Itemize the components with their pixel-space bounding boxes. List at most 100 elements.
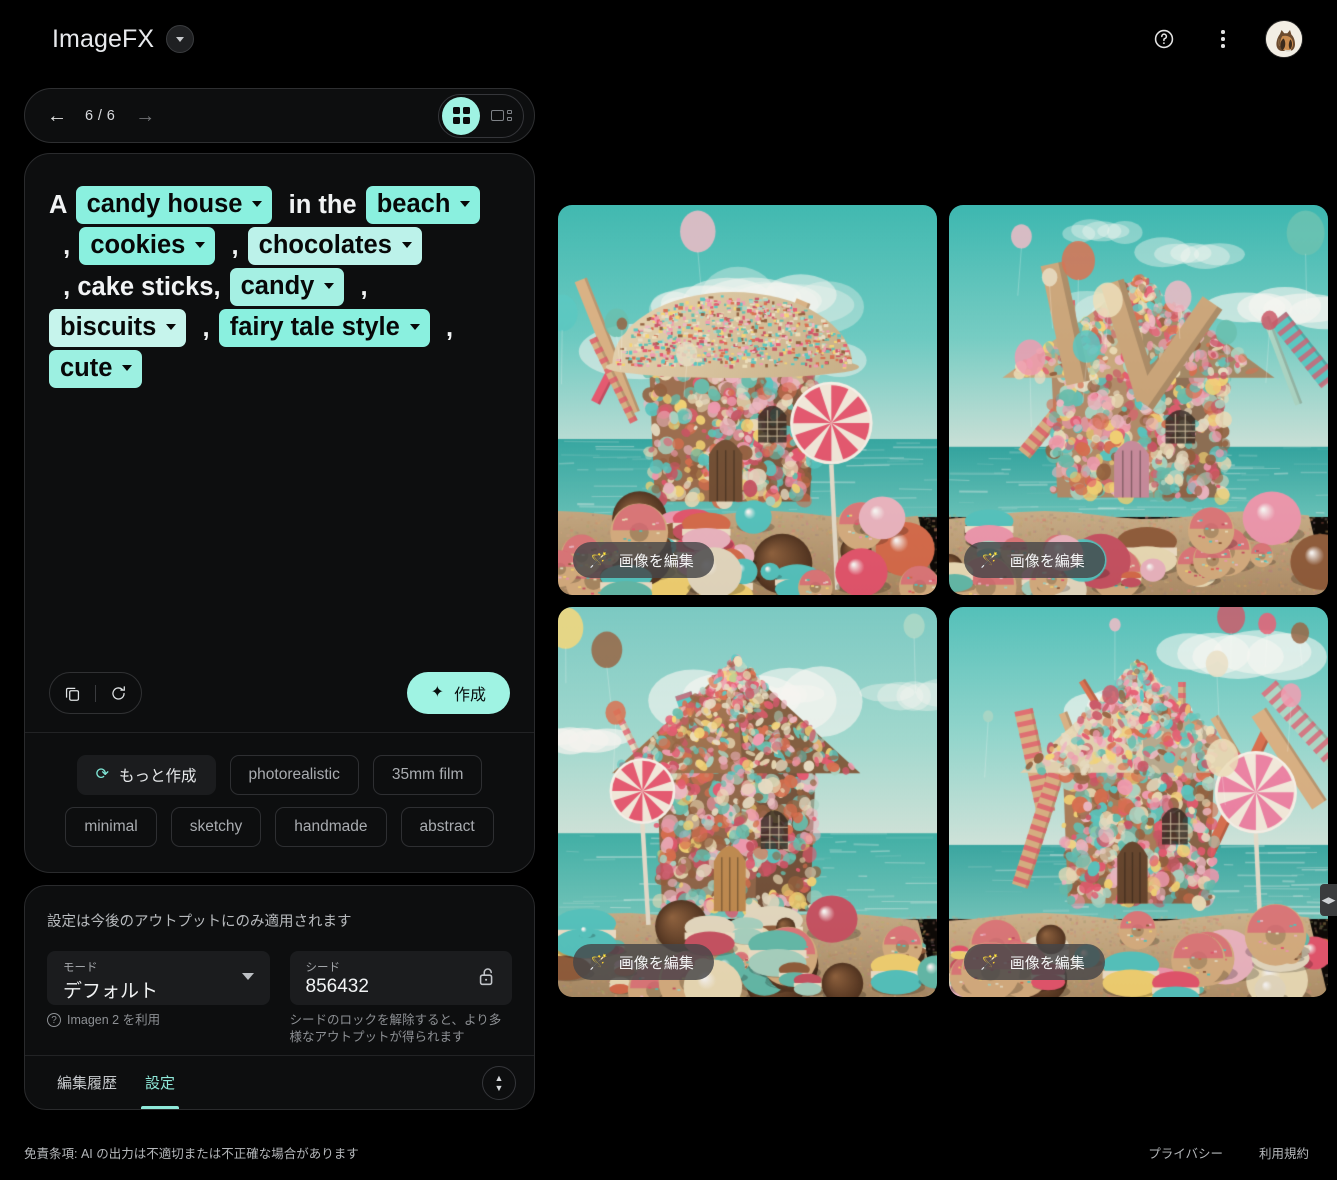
- chevron-down-icon: [409, 324, 420, 330]
- view-toggle: [438, 93, 524, 138]
- generated-image-4: [949, 607, 1328, 997]
- refresh-icon: ⟳: [95, 766, 110, 783]
- suggestion-label: photorealistic: [248, 766, 340, 783]
- app-header: ImageFX: [0, 0, 1337, 78]
- prompt-chip-label: biscuits: [60, 312, 157, 341]
- chevron-down-icon: [166, 324, 177, 330]
- prompt-chip-label: chocolates: [258, 230, 392, 259]
- suggestion-photorealistic[interactable]: photorealistic: [229, 755, 359, 795]
- mode-select[interactable]: モード デフォルト: [47, 951, 270, 1005]
- prompt-chip-label: cookies: [90, 230, 186, 259]
- page-count: 6 / 6: [85, 107, 116, 124]
- prompt-chip-beach[interactable]: beach: [365, 185, 481, 224]
- edit-image-label: 画像を編集: [618, 552, 694, 570]
- terms-link[interactable]: 利用規約: [1259, 1143, 1309, 1162]
- footer-links: プライバシー 利用規約: [1148, 1143, 1309, 1162]
- expand-collapse-icon[interactable]: ▲ ▼: [482, 1065, 516, 1100]
- magic-wand-icon: 🪄: [589, 953, 608, 971]
- gallery-tile-3[interactable]: 🪄 画像を編集: [558, 607, 937, 997]
- settings-card: 設定は今後のアウトプットにのみ適用されます モード デフォルト シード 8564…: [24, 885, 535, 1110]
- header-actions: [1147, 20, 1303, 58]
- edit-image-button-3[interactable]: 🪄 画像を編集: [571, 942, 715, 982]
- prompt-text-2: in the: [274, 190, 364, 219]
- prompt-text-6: ,: [217, 231, 246, 260]
- prompt-text-8: , cake sticks,: [49, 272, 228, 301]
- mode-hint: ? Imagen 2 を利用: [47, 1012, 270, 1046]
- create-button[interactable]: ✦ 作成: [406, 672, 510, 714]
- seed-hint: シードのロックを解除すると、より多様なアウトプットが得られます: [289, 1013, 502, 1044]
- arrow-left-icon[interactable]: ←: [47, 106, 67, 126]
- prompt-chip-candy-house[interactable]: candy house: [75, 185, 273, 224]
- prompt-text-0: A: [49, 190, 74, 219]
- prompt-chip-label: candy: [240, 271, 315, 300]
- magic-wand-icon: 🪄: [980, 551, 999, 569]
- grid-view-icon[interactable]: [442, 96, 480, 135]
- suggestion-sketchy[interactable]: sketchy: [170, 807, 262, 847]
- sparkle-icon: ✦: [430, 684, 444, 701]
- settings-hints: ? Imagen 2 を利用 シードのロックを解除すると、より多様なアウトプット…: [25, 1005, 534, 1046]
- settings-note: 設定は今後のアウトプットにのみ適用されます: [47, 914, 352, 930]
- reset-refresh-icon[interactable]: [96, 684, 141, 703]
- seed-value: 856432: [305, 976, 369, 997]
- app-title: ImageFX: [52, 24, 155, 53]
- image-gallery: 🪄 画像を編集 🪄 画像を編集 🪄 画像を編集 🪄 画像を編集: [558, 205, 1328, 997]
- prompt-chip-chocolates[interactable]: chocolates: [247, 226, 422, 265]
- imagefx-app: ImageFX ← 6 / 6 → A candy house in the b…: [0, 0, 1337, 1180]
- prompt-actions: ✦ 作成: [49, 672, 510, 714]
- prompt-chip-label: candy house: [86, 189, 243, 218]
- chevron-down-icon: [195, 242, 206, 248]
- suggestion-chips: ⟳ もっと作成 photorealistic 35mm film minimal sket…: [25, 732, 534, 872]
- mode-label: モード: [63, 962, 98, 974]
- suggestion-label: minimal: [84, 818, 138, 835]
- detail-view-icon[interactable]: [482, 97, 520, 135]
- edit-image-label: 画像を編集: [1009, 954, 1085, 972]
- suggestion-label: 35mm film: [391, 766, 464, 783]
- tab-settings[interactable]: 設定: [131, 1056, 189, 1109]
- privacy-link[interactable]: プライバシー: [1148, 1143, 1223, 1162]
- collapse-panel-icon[interactable]: ◀▶: [1320, 884, 1337, 916]
- prompt-chip-cute[interactable]: cute: [49, 349, 143, 388]
- suggestion-もっと作成[interactable]: ⟳ もっと作成: [76, 755, 216, 795]
- tab-edit-history[interactable]: 編集履歴: [43, 1056, 131, 1109]
- help-circle-icon: ?: [47, 1013, 61, 1027]
- suggestion-35mm-film[interactable]: 35mm film: [372, 755, 483, 795]
- arrow-right-icon[interactable]: →: [135, 106, 155, 126]
- settings-tabs: 編集履歴 設定 ▲ ▼: [25, 1055, 534, 1109]
- prompt-chip-cookies[interactable]: cookies: [79, 226, 216, 265]
- brand-chevron-down-icon[interactable]: [166, 25, 195, 53]
- chevron-down-icon: [324, 283, 335, 289]
- prompt-text-12: ,: [188, 313, 217, 342]
- lock-open-icon[interactable]: [476, 965, 498, 994]
- prompt-chip-label: fairy tale style: [229, 312, 400, 341]
- prompt-chip-fairy-tale-style[interactable]: fairy tale style: [218, 308, 430, 347]
- chevron-down-icon: [122, 365, 133, 371]
- edit-image-button-1[interactable]: 🪄 画像を編集: [571, 540, 715, 580]
- prompt-chip-label: cute: [60, 353, 113, 382]
- settings-fields: モード デフォルト シード 856432: [25, 931, 534, 1005]
- create-button-label: 作成: [453, 687, 486, 704]
- edit-image-button-4[interactable]: 🪄 画像を編集: [962, 942, 1106, 982]
- edit-image-button-2[interactable]: 🪄 画像を編集: [962, 540, 1106, 580]
- more-vertical-icon[interactable]: [1206, 22, 1240, 56]
- gallery-tile-4[interactable]: 🪄 画像を編集: [949, 607, 1328, 997]
- gallery-tile-2[interactable]: 🪄 画像を編集: [949, 205, 1328, 595]
- prompt-chip-biscuits[interactable]: biscuits: [49, 308, 187, 347]
- edit-image-label: 画像を編集: [1009, 552, 1085, 570]
- help-circle-icon[interactable]: [1147, 22, 1181, 56]
- prompt-chip-candy[interactable]: candy: [229, 267, 345, 306]
- gallery-tile-1[interactable]: 🪄 画像を編集: [558, 205, 937, 595]
- suggestion-label: sketchy: [189, 818, 243, 835]
- suggestion-label: abstract: [419, 818, 475, 835]
- suggestion-minimal[interactable]: minimal: [65, 807, 157, 847]
- suggestion-handmade[interactable]: handmade: [275, 807, 387, 847]
- prompt-editor[interactable]: A candy house in the beach , cookies , c…: [25, 154, 534, 389]
- prompt-tools: [49, 672, 142, 714]
- chevron-down-icon: [460, 201, 471, 207]
- suggestion-abstract[interactable]: abstract: [400, 807, 494, 847]
- copy-icon[interactable]: [50, 684, 95, 703]
- generated-image-3: [558, 607, 937, 997]
- left-panel: ← 6 / 6 → A candy house in the beach , c…: [24, 88, 535, 1110]
- chevron-down-icon: [241, 973, 254, 980]
- seed-field[interactable]: シード 856432: [289, 951, 512, 1005]
- avatar[interactable]: [1265, 20, 1303, 58]
